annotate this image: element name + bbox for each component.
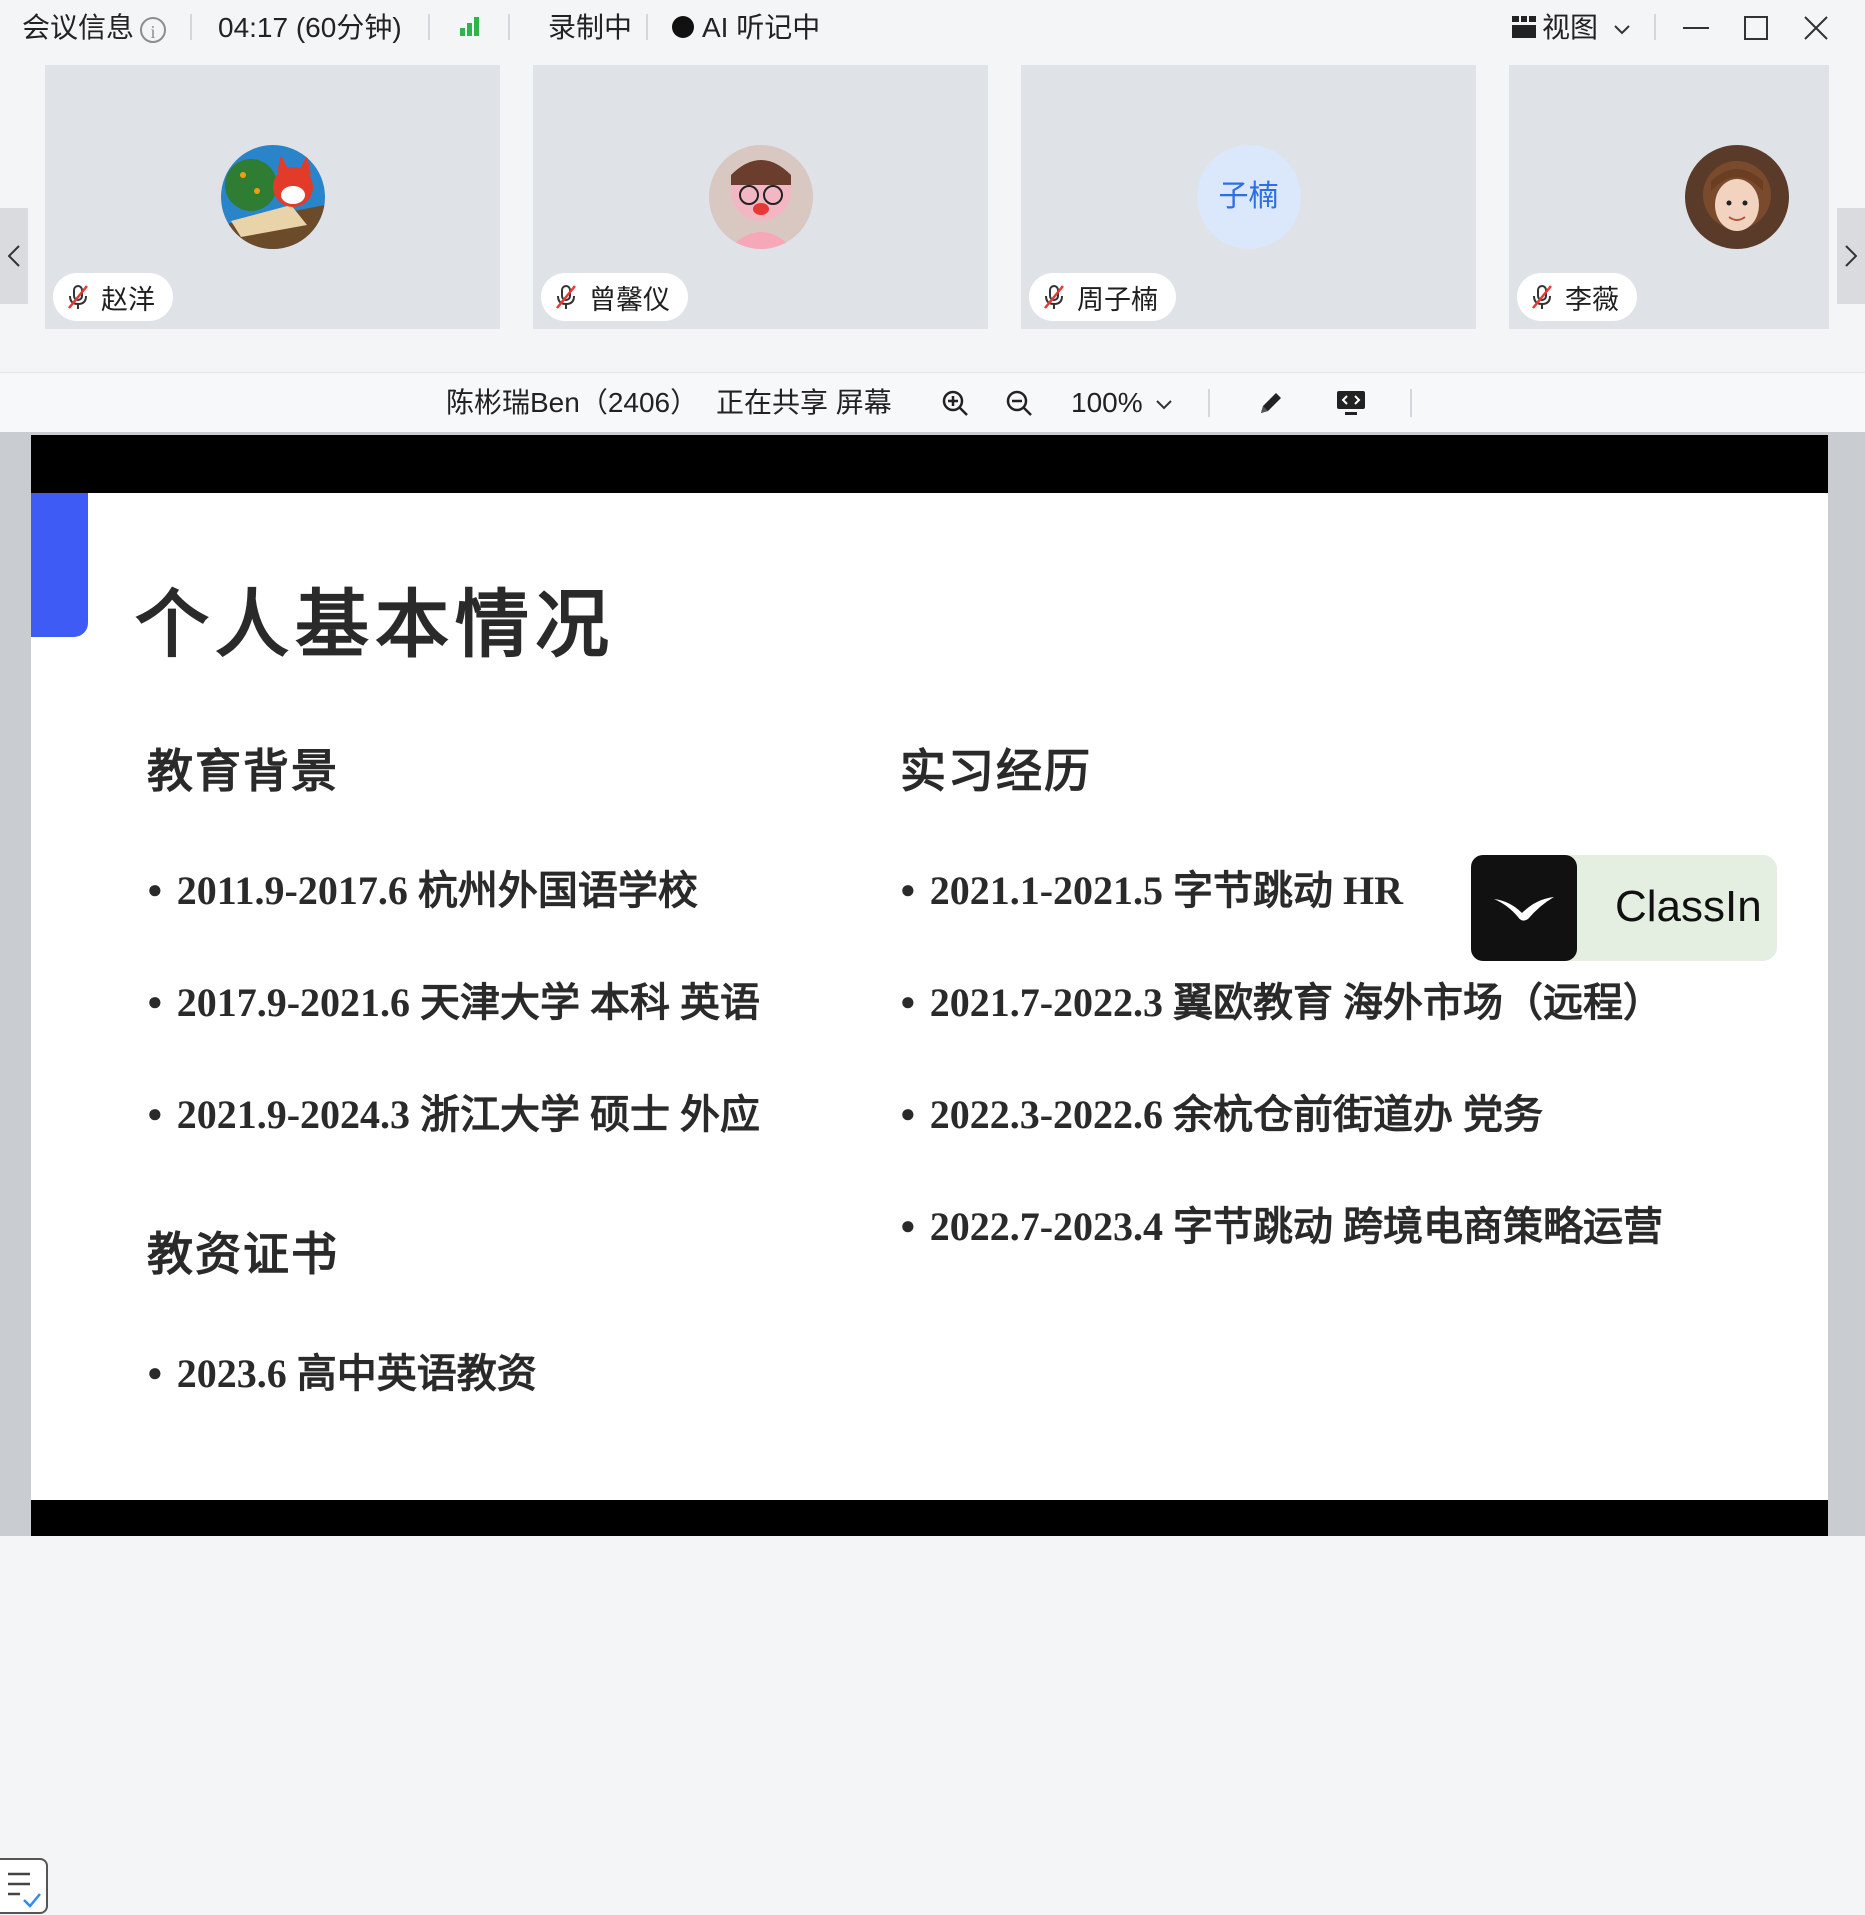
- participant-tile[interactable]: 曾馨仪: [533, 65, 988, 329]
- classin-logo-icon: [1471, 855, 1577, 961]
- remote-control-button[interactable]: [1333, 385, 1369, 421]
- chevron-left-icon: [8, 245, 20, 267]
- presentation-slide: 个人基本情况 教育背景 2011.9-2017.6 杭州外国语学校 2017.9…: [31, 435, 1828, 1536]
- education-item: 2011.9-2017.6 杭州外国语学校: [147, 858, 698, 916]
- participant-name: 赵洋: [101, 284, 155, 315]
- divider: [508, 14, 510, 40]
- view-menu-button[interactable]: 视图: [1512, 10, 1630, 46]
- divider: [646, 14, 648, 40]
- divider: [1410, 389, 1412, 417]
- education-heading: 教育背景: [147, 746, 339, 797]
- participant-strip: 赵洋 曾馨仪 子楠 周子楠 李薇: [0, 58, 1865, 416]
- divider: [428, 14, 430, 40]
- chevron-down-icon: [1156, 399, 1173, 410]
- chevron-down-icon: [1614, 24, 1630, 35]
- signal-bars-icon[interactable]: [460, 16, 484, 36]
- slide-letterbox-bottom: [31, 1500, 1828, 1536]
- participant-name-chip: 李薇: [1517, 273, 1637, 321]
- meeting-timer: 04:17 (60分钟): [218, 12, 402, 43]
- mic-muted-icon: [556, 285, 576, 309]
- zoom-in-button[interactable]: [937, 385, 973, 421]
- avatar: [220, 145, 325, 249]
- info-icon: i: [140, 16, 167, 43]
- slide-accent-bar: [31, 493, 88, 637]
- screen-share-toolbar: 陈彬瑞Ben（2406） 正在共享 屏幕 100%: [0, 372, 1865, 434]
- zoom-level-select[interactable]: 100%: [1071, 385, 1173, 421]
- presenter-name: 陈彬瑞Ben（2406）: [446, 387, 699, 418]
- meeting-info-label: 会议信息: [22, 12, 135, 43]
- avatar: 子楠: [1196, 145, 1301, 249]
- close-button[interactable]: [1794, 6, 1838, 50]
- avatar: [708, 145, 813, 249]
- participant-name: 李薇: [1565, 284, 1619, 315]
- certificate-heading: 教资证书: [147, 1229, 339, 1280]
- education-item: 2021.9-2024.3 浙江大学 硕士 外应: [147, 1082, 760, 1140]
- shared-screen-area[interactable]: 个人基本情况 教育背景 2011.9-2017.6 杭州外国语学校 2017.9…: [0, 432, 1865, 1914]
- participant-tile[interactable]: 赵洋: [45, 65, 500, 329]
- sharing-status: 正在共享 屏幕: [716, 387, 892, 418]
- internship-heading: 实习经历: [900, 746, 1092, 797]
- mic-muted-icon: [1044, 285, 1064, 309]
- meeting-title-bar: 会议信息 i 04:17 (60分钟) 录制中 AI 听记中 视图: [0, 0, 1865, 58]
- education-item: 2017.9-2021.6 天津大学 本科 英语: [147, 970, 760, 1028]
- close-icon: [1804, 16, 1828, 40]
- maximize-button[interactable]: [1734, 6, 1778, 50]
- maximize-icon: [1744, 16, 1768, 40]
- minimize-icon: [1683, 27, 1709, 29]
- screen-code-icon: [1337, 391, 1365, 415]
- slide-letterbox-top: [31, 435, 1828, 493]
- internship-item: 2022.7-2023.4 字节跳动 跨境电商策略运营: [900, 1194, 1663, 1252]
- classin-logo-overlay: ClassIn: [1471, 855, 1777, 961]
- chevron-right-icon: [1845, 245, 1857, 267]
- divider: [1654, 14, 1656, 40]
- participant-name-chip: 赵洋: [53, 273, 173, 321]
- internship-item: 2021.1-2021.5 字节跳动 HR: [900, 858, 1403, 916]
- notes-check-icon: [8, 1872, 41, 1908]
- zoom-out-icon: [1006, 390, 1032, 416]
- ai-notes-status[interactable]: AI 听记中: [672, 10, 820, 46]
- internship-item: 2022.3-2022.6 余杭仓前街道办 党务: [900, 1082, 1543, 1140]
- participant-name-chip: 曾馨仪: [541, 273, 688, 321]
- divider: [1208, 389, 1210, 417]
- participant-name-chip: 周子楠: [1029, 273, 1176, 321]
- recording-status[interactable]: 录制中: [548, 10, 632, 46]
- participant-tile[interactable]: 子楠 周子楠: [1021, 65, 1476, 329]
- mic-muted-icon: [68, 285, 88, 309]
- certificate-item: 2023.6 高中英语教资: [147, 1341, 537, 1399]
- meeting-info-button[interactable]: 会议信息 i: [22, 10, 167, 46]
- divider: [190, 14, 192, 40]
- ai-notes-label: AI 听记中: [702, 12, 821, 43]
- slide-title: 个人基本情况: [135, 585, 615, 667]
- mic-muted-icon: [1532, 285, 1552, 309]
- participant-name: 曾馨仪: [589, 284, 670, 315]
- record-dot-icon: [672, 15, 694, 38]
- classin-logo-text: ClassIn: [1615, 882, 1762, 931]
- scroll-right-button[interactable]: [1837, 208, 1865, 304]
- internship-item: 2021.7-2022.3 翼欧教育 海外市场（远程）: [900, 970, 1663, 1028]
- zoom-out-button[interactable]: [1001, 385, 1037, 421]
- zoom-in-icon: [942, 390, 968, 416]
- view-label: 视图: [1542, 12, 1599, 43]
- zoom-level-value: 100%: [1071, 387, 1143, 418]
- participant-name: 周子楠: [1077, 284, 1158, 315]
- notes-button[interactable]: [0, 1858, 48, 1914]
- minimize-button[interactable]: [1674, 6, 1718, 50]
- annotate-button[interactable]: [1253, 385, 1289, 421]
- participant-tile[interactable]: 李薇: [1509, 65, 1829, 329]
- scroll-left-button[interactable]: [0, 208, 28, 304]
- pencil-icon: [1261, 393, 1281, 413]
- grid-view-icon: [1512, 15, 1536, 38]
- avatar: [1685, 145, 1789, 249]
